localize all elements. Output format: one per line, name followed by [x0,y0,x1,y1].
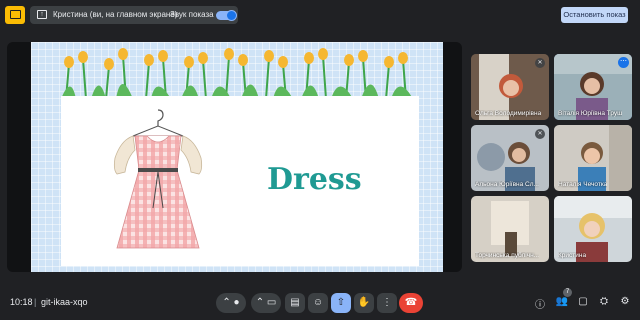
camera-button[interactable]: ⌃ ▭ [251,293,281,313]
meeting-time: 10:18 [10,297,33,307]
participant-tile[interactable]: Торчинська публічн... [471,196,549,262]
activities-icon[interactable]: ⛭ [597,296,611,307]
raise-hand-icon: ✋ [357,297,371,308]
mic-icon: ⌃ ● [222,297,240,308]
participant-name: Наталія Чечотка [558,181,608,188]
presenting-icon [5,6,25,24]
participant-tile[interactable]: ✕ Альона Юріївна Сл... [471,125,549,191]
captions-icon: ▤ [290,297,300,308]
people-count-badge: 7 [563,288,572,297]
participant-tile[interactable]: Кристина [554,196,632,262]
leave-call-button[interactable]: ☎ [399,293,423,313]
participant-name: Ольга Володимирівна [475,110,542,117]
stop-presenting-button[interactable]: Остановить показ [561,7,628,23]
info-icon[interactable]: ⓘ [533,296,547,311]
dress-illustration [113,109,203,249]
camera-icon: ⌃ ▭ [255,297,277,308]
participant-tile[interactable]: ⋯ Віталія Юріївна Труш [554,54,632,120]
top-bar: ↑ Кристина (ви, на главном экране) Звук … [0,0,640,30]
sound-label: Звук показа [170,10,214,19]
participant-tile[interactable]: Наталія Чечотка [554,125,632,191]
participant-name: Торчинська публічн... [475,252,540,259]
presentation-status-bar: ↑ Кристина (ви, на главном экране) Звук … [30,6,238,24]
presenting-label: Кристина (ви, на главном экране) [53,10,178,19]
present-button[interactable]: ⇧ [331,293,351,313]
participant-name: Альона Юріївна Сл... [475,181,539,188]
emoji-icon: ☺ [312,297,324,308]
slide-title: Dress [267,162,362,197]
more-options-button[interactable]: ⋮ [377,293,397,313]
chat-icon[interactable]: ▢ [576,296,590,307]
presentation-stage: Dress [7,42,462,272]
end-call-icon: ☎ [404,297,418,308]
participant-name: Кристина [558,252,587,259]
captions-button[interactable]: ▤ [285,293,305,313]
present-screen-icon: ↑ [37,10,47,19]
participant-tile[interactable]: ✕ Ольга Володимирівна [471,54,549,120]
sound-toggle[interactable] [216,10,237,21]
mic-off-icon: ✕ [535,58,545,68]
raise-hand-button[interactable]: ✋ [354,293,374,313]
more-icon: ⋮ [382,297,392,308]
more-options-icon[interactable]: ⋯ [618,57,629,68]
mic-button[interactable]: ⌃ ● [216,293,246,313]
separator: | [34,297,37,307]
host-controls-icon[interactable]: ⚙ [618,296,632,307]
meeting-code: git-ikaa-xqo [41,297,88,307]
slide: Dress [31,42,443,272]
mic-off-icon: ✕ [535,129,545,139]
present-icon: ⇧ [336,297,346,308]
tulip-border-illustration [61,48,413,99]
people-icon[interactable]: 👥 [555,296,569,307]
emoji-button[interactable]: ☺ [308,293,328,313]
participant-name: Віталія Юріївна Труш [558,110,623,117]
bottom-control-bar: 10:18 | git-ikaa-xqo ⌃ ● ⌃ ▭ ▤ ☺ ⇧ ✋ ⋮ ☎… [0,286,640,320]
